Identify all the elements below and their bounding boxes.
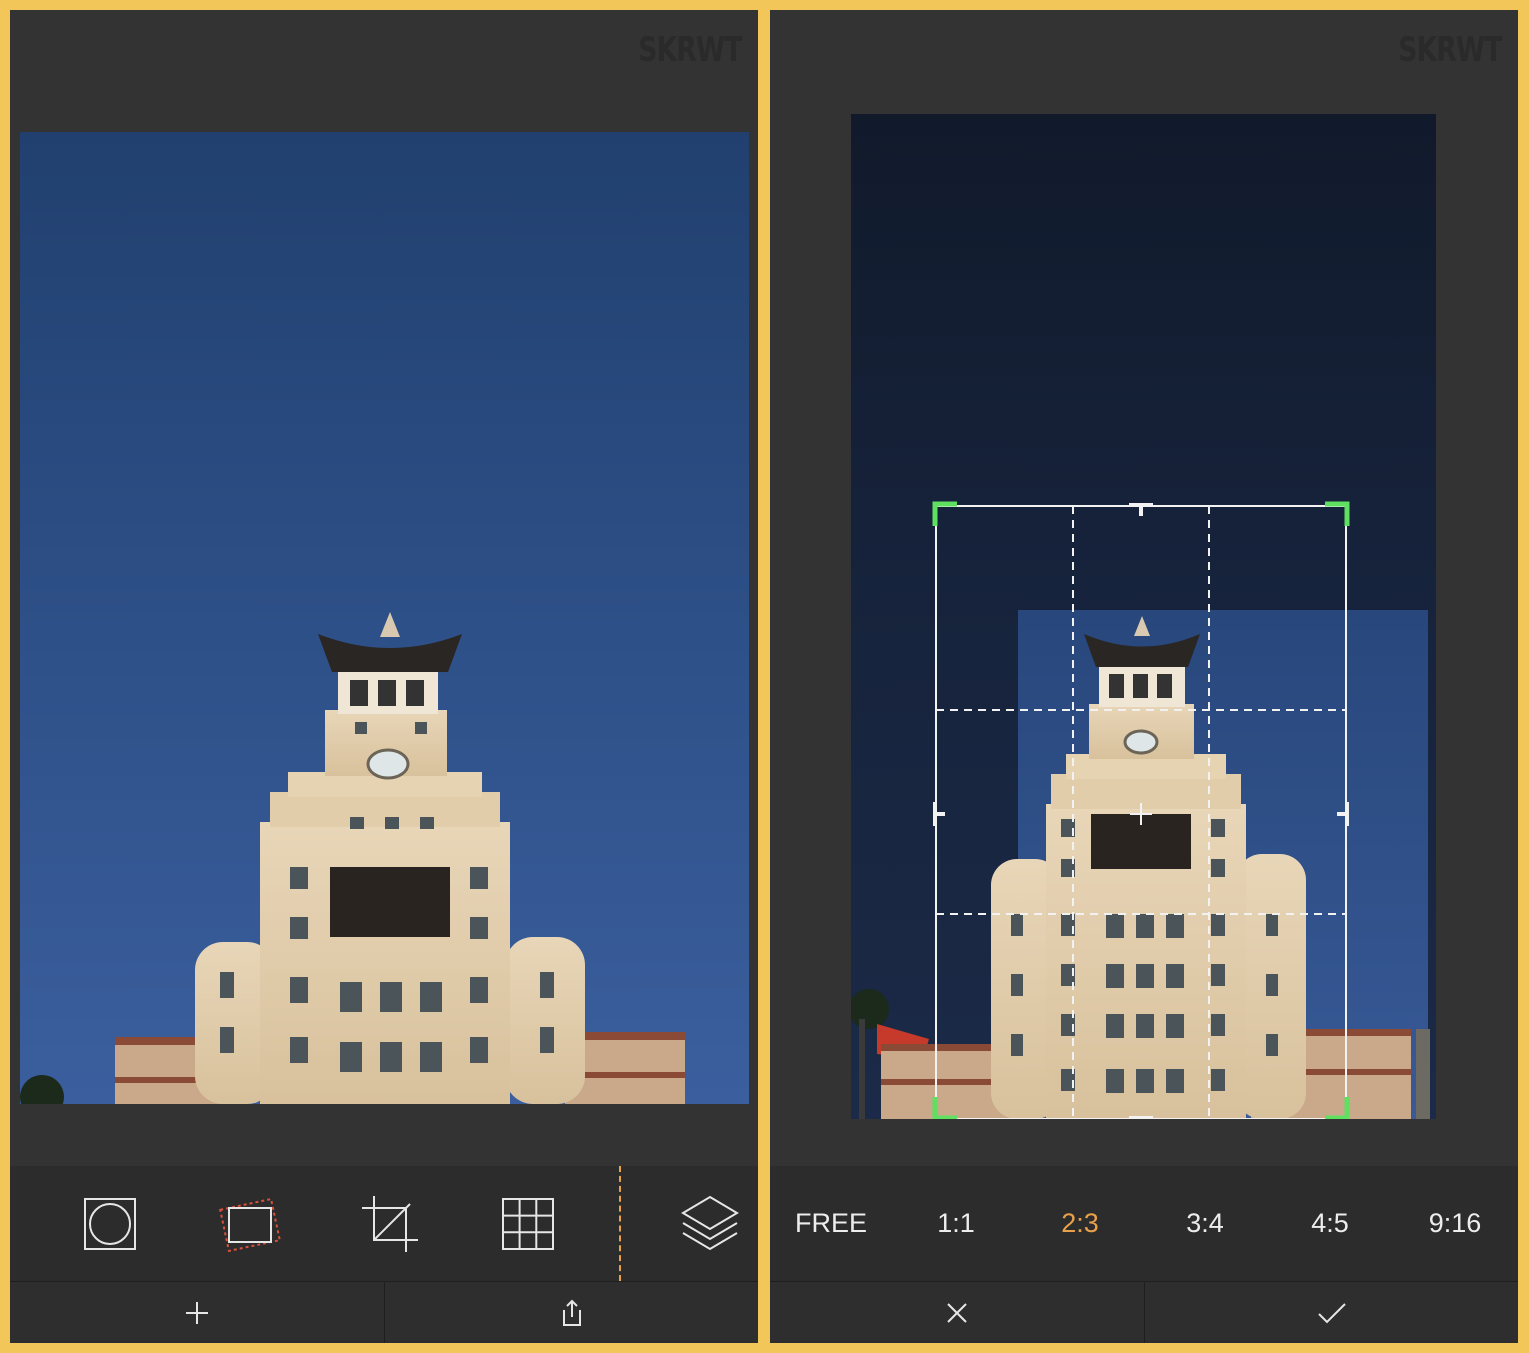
building-photo [20,612,685,1104]
photo-preview [851,114,1436,1119]
crop-edge-handles [933,503,1349,1119]
layers-button[interactable] [678,1166,742,1281]
add-button[interactable] [10,1282,383,1343]
share-icon [562,1299,581,1326]
brand-logo: SKRWT [1398,30,1502,70]
ratio-3-4[interactable]: 3:4 [1165,1166,1245,1281]
close-icon [946,1303,967,1323]
rotate-rectangle-icon [219,1197,281,1252]
tool-bar [10,1166,758,1281]
bottom-bar [770,1281,1518,1343]
ratio-2-3[interactable]: 2:3 [1040,1166,1120,1281]
ratio-free[interactable]: FREE [784,1166,878,1281]
plus-icon [185,1302,208,1324]
right-screen: SKRWT FREE 1:1 2:3 3:4 4:5 9:16 [770,10,1518,1343]
left-screen: SKRWT [10,10,758,1343]
share-button[interactable] [384,1282,758,1343]
toolbar-divider [619,1166,621,1281]
ratio-1-1[interactable]: 1:1 [916,1166,996,1281]
bottom-bar [10,1281,758,1343]
crop-button[interactable] [358,1166,422,1281]
ratio-4-5[interactable]: 4:5 [1290,1166,1370,1281]
crop-icon [362,1195,418,1252]
brand-logo: SKRWT [638,30,742,70]
lens-circle-icon [84,1197,136,1250]
photo-preview[interactable] [20,132,749,1104]
cancel-button[interactable] [770,1282,1143,1343]
crop-overlay [932,501,1350,1119]
grid-button[interactable] [500,1166,556,1281]
layers-icon [681,1195,739,1250]
confirm-button[interactable] [1144,1282,1518,1343]
rotate-button[interactable] [210,1166,290,1281]
ratio-9-16[interactable]: 9:16 [1410,1166,1500,1281]
lens-correction-button[interactable] [80,1166,140,1281]
checkmark-icon [1317,1303,1346,1324]
aspect-ratio-bar: FREE 1:1 2:3 3:4 4:5 9:16 [770,1166,1518,1281]
grid-icon [502,1197,554,1250]
